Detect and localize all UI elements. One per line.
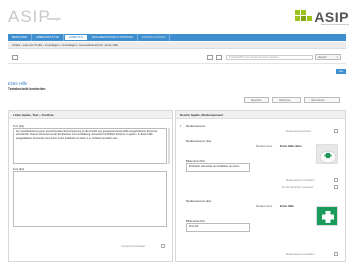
print-icon[interactable] bbox=[207, 55, 213, 60]
helmet-image bbox=[316, 144, 338, 164]
cancel-label: Abbrechen bbox=[279, 99, 291, 102]
toolbar: Suchbegriff für Liste Thesaurus Seite ei… bbox=[8, 50, 346, 64]
new-button[interactable]: Neu bbox=[336, 69, 346, 74]
caption-de-field[interactable]: Ersthelfer erkennbar am Aufkleber am Hel… bbox=[186, 163, 250, 172]
nav-benutzer[interactable]: Benutzer bbox=[8, 34, 33, 41]
pdf-icon[interactable] bbox=[216, 55, 222, 60]
logo-text: ASIP bbox=[314, 8, 349, 25]
delete-icon[interactable] bbox=[334, 129, 338, 133]
nav-arbeiten[interactable]: Arbeiten bbox=[63, 34, 88, 41]
media-en-label: Medienelement (En) bbox=[186, 199, 212, 203]
language-label: deutsch bbox=[318, 56, 327, 59]
nav-dokumentation[interactable]: Dokumentation & Statistik bbox=[88, 34, 139, 41]
apply-label: Übernehmen bbox=[311, 99, 325, 102]
save-label: Speichern bbox=[251, 99, 262, 102]
first-aid-cross-icon bbox=[317, 207, 337, 225]
select-media-en-icon[interactable] bbox=[334, 252, 338, 256]
apply-button[interactable]: Übernehmen bbox=[304, 97, 340, 103]
add-icon[interactable] bbox=[161, 244, 165, 248]
chevron-down-icon[interactable]: ▾ bbox=[180, 124, 181, 128]
app-title: ASIP bbox=[8, 7, 51, 26]
cancel-button[interactable]: Abbrechen bbox=[272, 97, 301, 103]
app-subtitle: Manager bbox=[47, 17, 61, 21]
add-subitem-link[interactable]: Unterpunkt hinzufügen bbox=[121, 245, 145, 248]
page-title: Erste Hilfe bbox=[8, 81, 28, 86]
chevron-down-icon: ▾ bbox=[336, 56, 338, 59]
language-select[interactable]: deutsch ▾ bbox=[315, 54, 341, 60]
breadcrumb[interactable]: Inhalte › Liste der Profile › Grundlagen… bbox=[8, 42, 346, 49]
all-languages-icon[interactable] bbox=[334, 185, 338, 189]
media-de-label: Medienelement (De) bbox=[186, 139, 212, 143]
caption-en-field[interactable]: First Aid bbox=[186, 223, 250, 232]
helmet-icon bbox=[317, 145, 337, 163]
select-media-link[interactable]: Medienelement auswählen bbox=[286, 179, 314, 182]
scrollbar[interactable] bbox=[168, 128, 170, 164]
text-de-field[interactable]: Zur Gewährleistung einer ausreichenden E… bbox=[13, 128, 167, 164]
main-nav: Benutzer Arbeitsstätte Arbeiten Dokument… bbox=[8, 34, 346, 41]
media-en-name-label: Medienname: bbox=[256, 204, 273, 208]
right-panel-heading: Rechte Spalte, Medienelement bbox=[176, 111, 345, 119]
media-de-name: Erste Hilfe Helm bbox=[280, 144, 302, 148]
left-panel-heading: Linke Spalte, Text + Textliste bbox=[9, 111, 172, 119]
right-column-panel: Rechte Spalte, Medienelement Medieneleme… bbox=[175, 110, 346, 262]
save-button[interactable]: Speichern bbox=[244, 97, 269, 103]
first-aid-image bbox=[316, 206, 338, 226]
logo-mark-icon bbox=[295, 9, 313, 24]
select-media-en-link[interactable]: Medienelement auswählen bbox=[286, 253, 314, 256]
media-label: Medienelement bbox=[186, 124, 206, 128]
document-icon[interactable] bbox=[12, 55, 18, 60]
asip-logo: ASIP Arbeitsschutzinformationsportal bbox=[295, 8, 349, 26]
select-media-icon[interactable] bbox=[334, 178, 338, 182]
media-en-name: Erste Hilfe bbox=[280, 204, 294, 208]
text-en-field[interactable] bbox=[13, 171, 167, 227]
nav-arbeitsstaette[interactable]: Arbeitsstätte bbox=[32, 34, 64, 41]
left-column-panel: Linke Spalte, Text + Textliste Text (De)… bbox=[8, 110, 173, 262]
all-languages-link[interactable]: Für alle Sprachen verwenden bbox=[282, 186, 313, 189]
nav-einstellungen[interactable]: Einstellungen bbox=[138, 34, 171, 41]
media-de-name-label: Medienname: bbox=[256, 144, 273, 148]
app-header: ASIP Manager ASIP Arbeitsschutzinformati… bbox=[0, 0, 355, 33]
remove-media-link[interactable]: Medienelement löschen bbox=[286, 130, 311, 133]
logo-tagline: Arbeitsschutzinformationsportal bbox=[321, 24, 349, 26]
page-subtitle: Textabschnitt bearbeiten bbox=[8, 87, 46, 91]
search-input[interactable]: Suchbegriff für Liste Thesaurus Seite ei… bbox=[226, 55, 313, 60]
